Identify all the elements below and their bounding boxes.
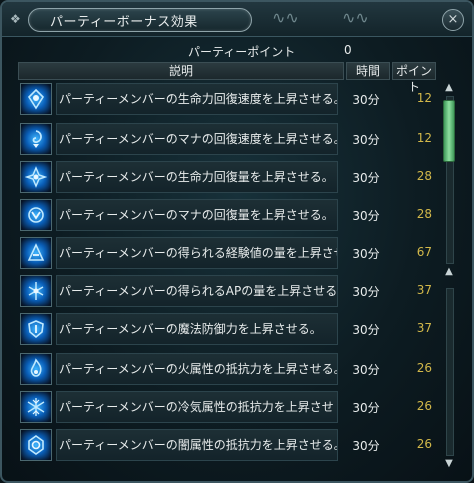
close-icon: × (447, 12, 459, 27)
bonus-time: 30分 (352, 209, 380, 223)
column-header-points[interactable]: ポイント (392, 62, 436, 94)
bonus-time: 30分 (352, 323, 380, 337)
window-title: パーティーボーナス効果 (50, 15, 198, 30)
dark-resist-icon (20, 429, 52, 461)
bonus-row[interactable]: パーティーメンバーのマナの回復量を上昇させる。 30分 28 (18, 198, 436, 234)
mp-boost-icon (20, 199, 52, 231)
column-header-time[interactable]: 時間 (346, 62, 390, 80)
bonus-points: 28 (416, 207, 432, 221)
scroll-up-icon[interactable]: ▲ (442, 82, 456, 94)
bonus-row[interactable]: パーティーメンバーの冷気属性の抵抗力を上昇させ 30分 26 (18, 390, 436, 426)
hp-boost-icon (20, 161, 52, 193)
bonus-row[interactable]: パーティーメンバーの魔法防御力を上昇させる。 30分 37 (18, 312, 436, 348)
scroll-thumb[interactable] (443, 100, 455, 162)
heart-regen-icon (20, 83, 52, 115)
bonus-points: 26 (416, 437, 432, 451)
party-points-row: パーティーポイント 0 (18, 40, 438, 60)
bonus-points: 37 (416, 321, 432, 335)
bonus-description: パーティーメンバーのマナの回復量を上昇させる。 (56, 199, 338, 231)
table-header: 説明 時間 ポイント (18, 62, 436, 94)
bonus-points: 26 (416, 361, 432, 375)
scroll-track[interactable] (446, 288, 454, 456)
bonus-points: 37 (416, 283, 432, 297)
bonus-time: 30分 (352, 401, 380, 415)
party-bonus-window: ❖ パーティーボーナス効果 ∿∿ ∿∿ × パーティーポイント 0 説明 時間 … (0, 0, 474, 483)
bonus-list: パーティーメンバーの生命力回復速度を上昇させる。 30分 12 パーティーメンバ… (18, 82, 436, 480)
bonus-row[interactable]: パーティーメンバーの火属性の抵抗力を上昇させる。 30分 26 (18, 352, 436, 388)
swirl-ornament-icon: ∿∿ (272, 8, 299, 27)
magic-defense-icon (20, 313, 52, 345)
ice-resist-icon (20, 391, 52, 423)
bonus-time: 30分 (352, 93, 380, 107)
party-points-value: 0 (344, 43, 352, 57)
bonus-description: パーティーメンバーの闇属性の抵抗力を上昇させる。 (56, 429, 338, 461)
scroll-down-icon[interactable]: ▼ (442, 458, 456, 470)
bonus-time: 30分 (352, 247, 380, 261)
bonus-row[interactable]: パーティーメンバーの生命力回復速度を上昇させる。 30分 12 (18, 82, 436, 118)
bonus-row[interactable]: パーティーメンバーのマナの回復速度を上昇させる。 30分 12 (18, 122, 436, 158)
bonus-description: パーティーメンバーの魔法防御力を上昇させる。 (56, 313, 338, 345)
bonus-row[interactable]: パーティーメンバーの生命力回復量を上昇させる。 30分 28 (18, 160, 436, 196)
bonus-time: 30分 (352, 133, 380, 147)
bonus-points: 12 (416, 91, 432, 105)
bonus-description: パーティーメンバーの得られるAPの量を上昇させる。 (56, 275, 338, 307)
bonus-points: 12 (416, 131, 432, 145)
bonus-points: 26 (416, 399, 432, 413)
bonus-row[interactable]: パーティーメンバーの得られるAPの量を上昇させる。 30分 37 (18, 274, 436, 310)
bonus-time: 30分 (352, 285, 380, 299)
fire-resist-icon (20, 353, 52, 385)
bonus-row[interactable]: パーティーメンバーの得られる経験値の量を上昇させ 30分 67 (18, 236, 436, 272)
bonus-time: 30分 (352, 171, 380, 185)
bonus-description: パーティーメンバーの生命力回復速度を上昇させる。 (56, 83, 338, 115)
mana-regen-icon (20, 123, 52, 155)
bonus-description: パーティーメンバーの火属性の抵抗力を上昇させる。 (56, 353, 338, 385)
bonus-description: パーティーメンバーの生命力回復量を上昇させる。 (56, 161, 338, 193)
bonus-description: パーティーメンバーのマナの回復速度を上昇させる。 (56, 123, 338, 155)
bonus-row[interactable]: パーティーメンバーの闇属性の抵抗力を上昇させる。 30分 26 (18, 428, 436, 464)
ap-boost-icon (20, 275, 52, 307)
list-scrollbar[interactable]: ▲ ▲ ▼ (440, 82, 458, 474)
bonus-points: 28 (416, 169, 432, 183)
bonus-time: 30分 (352, 363, 380, 377)
bonus-time: 30分 (352, 439, 380, 453)
title-bar[interactable]: ❖ パーティーボーナス効果 ∿∿ ∿∿ × (2, 2, 472, 37)
exp-boost-icon (20, 237, 52, 269)
close-button[interactable]: × (442, 9, 464, 31)
bonus-description: パーティーメンバーの冷気属性の抵抗力を上昇させ (56, 391, 338, 423)
bonus-points: 67 (416, 245, 432, 259)
swirl-ornament-icon: ∿∿ (342, 8, 369, 27)
scroll-up-icon[interactable]: ▲ (442, 266, 456, 278)
bonus-description: パーティーメンバーの得られる経験値の量を上昇させ (56, 237, 338, 269)
column-header-description[interactable]: 説明 (18, 62, 344, 80)
title-ornament-icon: ❖ (10, 12, 21, 26)
party-points-label: パーティーポイント (188, 45, 296, 59)
